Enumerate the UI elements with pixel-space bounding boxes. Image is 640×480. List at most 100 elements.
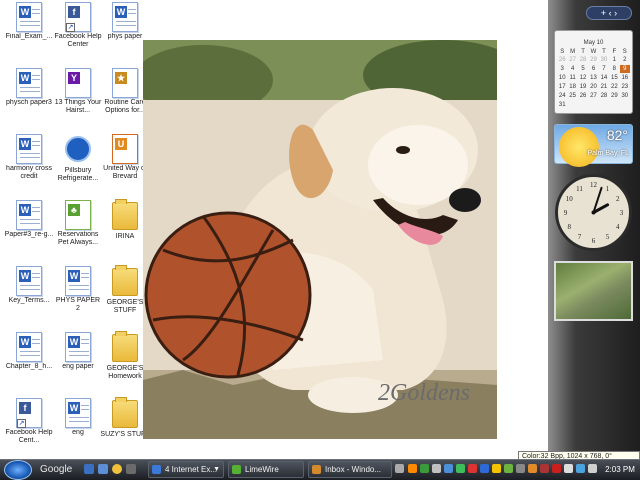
calendar-day[interactable] <box>620 101 630 109</box>
desktop-icon[interactable]: f ↗ Facebook Help Cent... <box>4 398 54 462</box>
calendar-day[interactable]: 8 <box>609 65 619 73</box>
desktop-icon[interactable]: Wharmony cross credit <box>4 134 54 198</box>
desktop-icon[interactable]: ♣ Reservations Pet Always... <box>53 200 103 264</box>
file-icon: Y <box>64 68 92 98</box>
tray-app-icon[interactable] <box>408 464 417 473</box>
calendar-day[interactable]: 26 <box>578 92 588 100</box>
tray-app-icon[interactable] <box>540 464 549 473</box>
system-clock[interactable]: 2:03 PM <box>602 461 638 478</box>
calendar-day[interactable]: 13 <box>588 74 598 82</box>
clock-numeral: 5 <box>606 233 610 241</box>
calendar-gadget[interactable]: May 10 SMTWTFS 26 27 28 29 30 1 2 3 4 5 6 7 8 9 10 11 12… <box>554 30 633 114</box>
calendar-day[interactable]: 4 <box>567 65 577 73</box>
calendar-day[interactable]: 5 <box>578 65 588 73</box>
calendar-weekday: M <box>570 49 576 55</box>
desktop-icon[interactable]: W Chapter_8_h... <box>4 332 54 396</box>
desktop-icon[interactable]: Weng paper <box>53 332 103 396</box>
calendar-day[interactable]: 21 <box>599 83 609 91</box>
calendar-day[interactable]: 12 <box>578 74 588 82</box>
tray-app-icon[interactable] <box>504 464 513 473</box>
calendar-day[interactable]: 29 <box>609 92 619 100</box>
tray-app-icon[interactable] <box>468 464 477 473</box>
desktop-icon[interactable]: Pillsbury Refrigerate... <box>53 134 103 198</box>
calendar-day[interactable] <box>609 101 619 109</box>
quicklaunch-icon[interactable] <box>126 464 136 474</box>
show-desktop-icon[interactable] <box>84 464 94 474</box>
calendar-day[interactable]: 19 <box>578 83 588 91</box>
desktop-icon[interactable]: Wphysch paper3 <box>4 68 54 132</box>
google-search-label[interactable]: Google <box>40 462 78 477</box>
switch-windows-icon[interactable] <box>98 464 108 474</box>
tray-expand-icon[interactable] <box>395 464 404 473</box>
taskbar-button[interactable]: LimeWire <box>228 461 304 478</box>
calendar-day[interactable]: 28 <box>578 56 588 64</box>
clock-gadget[interactable]: 1234567891011 12 <box>554 174 633 251</box>
taskbar-button[interactable]: 4 Internet Ex... ▼ <box>148 461 224 478</box>
desktop-icon[interactable]: W Key_Terms... <box>4 266 54 330</box>
calendar-day[interactable]: 30 <box>599 56 609 64</box>
calendar-day[interactable]: 10 <box>557 74 567 82</box>
weather-gadget[interactable]: 82° Palm Bay, FL <box>554 124 633 167</box>
slideshow-gadget[interactable] <box>554 261 633 321</box>
calendar-day[interactable]: 3 <box>557 65 567 73</box>
tray-app-icon[interactable] <box>432 464 441 473</box>
taskbar-button[interactable]: Inbox - Windo... <box>308 461 392 478</box>
tray-app-icon[interactable] <box>564 464 573 473</box>
desktop-icon[interactable]: f ↗ Facebook Help Center <box>53 2 103 66</box>
calendar-day[interactable] <box>578 101 588 109</box>
clock-numeral: 4 <box>616 223 620 231</box>
clock-numeral: 3 <box>620 209 624 217</box>
calendar-weekday: W <box>590 49 597 55</box>
calendar-day[interactable]: 22 <box>609 83 619 91</box>
app-icon <box>232 465 241 474</box>
calendar-day[interactable]: 26 <box>557 56 567 64</box>
calendar-day[interactable]: 20 <box>588 83 598 91</box>
calendar-day[interactable]: 27 <box>567 56 577 64</box>
calendar-day[interactable]: 16 <box>620 74 630 82</box>
calendar-day[interactable]: 2 <box>620 56 630 64</box>
start-button[interactable] <box>4 460 32 480</box>
messenger-icon[interactable] <box>112 464 122 474</box>
desktop-icon[interactable]: W Final_Exam_... <box>4 2 54 66</box>
tray-app-icon[interactable] <box>528 464 537 473</box>
calendar-day[interactable]: 9 <box>619 65 630 73</box>
calendar-day[interactable]: 28 <box>599 92 609 100</box>
calendar-day[interactable]: 18 <box>567 83 577 91</box>
calendar-month-label[interactable]: May 10 <box>555 40 632 48</box>
calendar-day[interactable] <box>567 101 577 109</box>
network-icon[interactable] <box>576 464 585 473</box>
calendar-day[interactable]: 17 <box>557 83 567 91</box>
desktop-icon[interactable]: Y 13 Things Your Hairst... <box>53 68 103 132</box>
desktop-icon[interactable]: W Paper#3_re-g... <box>4 200 54 264</box>
calendar-day[interactable]: 14 <box>599 74 609 82</box>
tray-app-icon[interactable] <box>480 464 489 473</box>
calendar-day[interactable]: 11 <box>567 74 577 82</box>
tray-app-icon[interactable] <box>516 464 525 473</box>
desktop-icon-label: Facebook Help Center <box>54 33 102 48</box>
calendar-day[interactable]: 27 <box>588 92 598 100</box>
sidebar-controls[interactable]: + ‹ › <box>586 6 632 20</box>
volume-icon[interactable] <box>588 464 597 473</box>
calendar-day[interactable]: 25 <box>567 92 577 100</box>
desktop-icon[interactable]: W PHYS PAPER 2 <box>53 266 103 330</box>
tray-app-icon[interactable] <box>420 464 429 473</box>
calendar-day[interactable]: 24 <box>557 92 567 100</box>
tray-app-icon[interactable] <box>456 464 465 473</box>
tray-app-icon[interactable] <box>444 464 453 473</box>
calendar-day[interactable]: 6 <box>588 65 598 73</box>
calendar-day[interactable] <box>599 101 609 109</box>
calendar-day[interactable] <box>588 101 598 109</box>
calendar-day[interactable]: 30 <box>620 92 630 100</box>
desktop-icon[interactable]: Weng <box>53 398 103 462</box>
clock-numeral: 8 <box>568 223 572 231</box>
clock-numeral: 9 <box>564 209 568 217</box>
tray-app-icon[interactable] <box>492 464 501 473</box>
calendar-day[interactable]: 7 <box>599 65 609 73</box>
wallpaper-photo: 2Goldens <box>143 40 497 439</box>
calendar-day[interactable]: 29 <box>588 56 598 64</box>
tray-app-icon[interactable] <box>552 464 561 473</box>
calendar-day[interactable]: 1 <box>609 56 619 64</box>
calendar-day[interactable]: 15 <box>609 74 619 82</box>
calendar-day[interactable]: 23 <box>620 83 630 91</box>
calendar-day[interactable]: 31 <box>557 101 567 109</box>
